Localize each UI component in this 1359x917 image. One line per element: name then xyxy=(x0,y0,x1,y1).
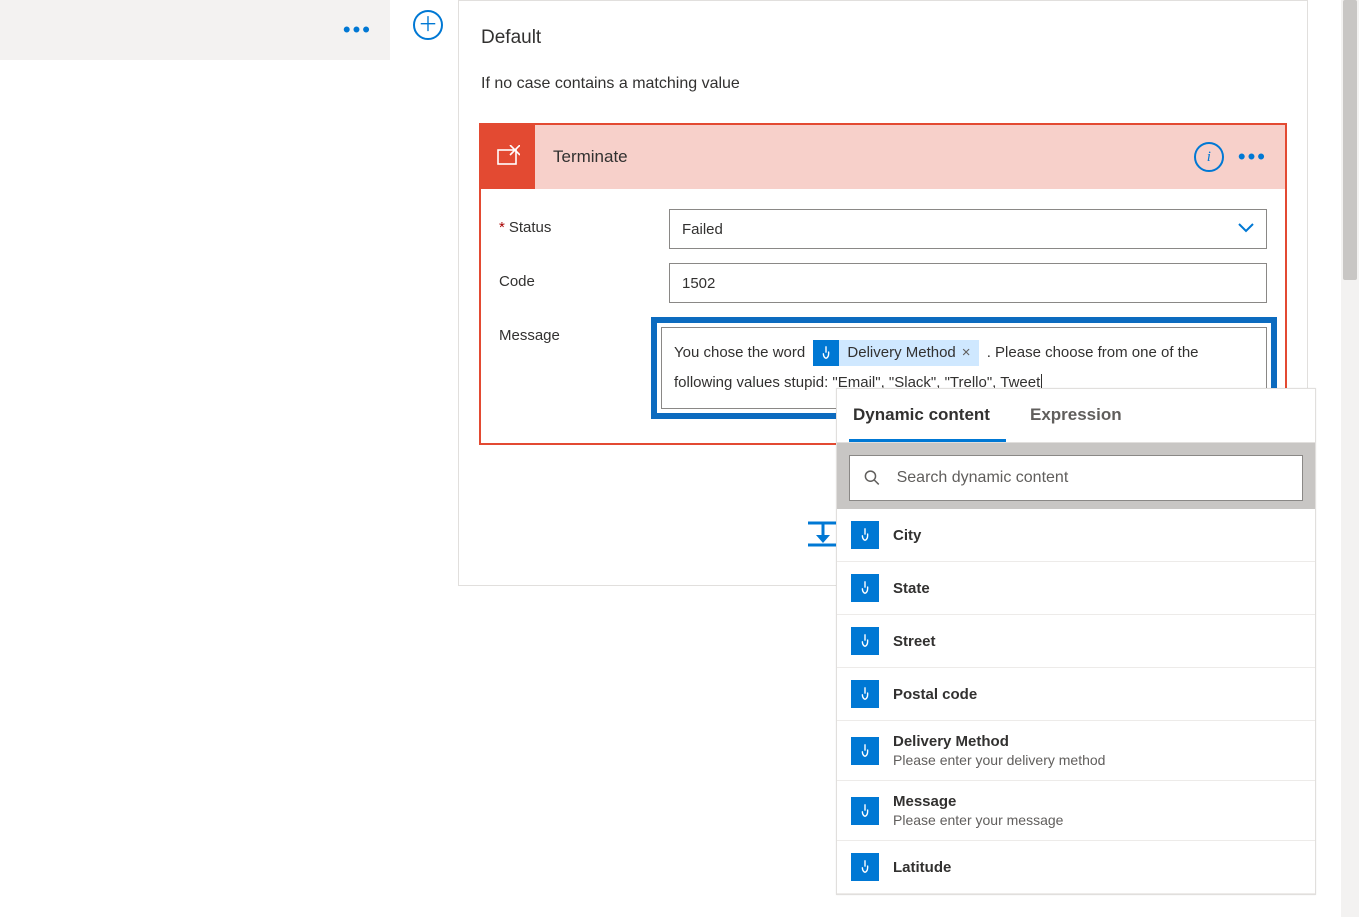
dynamic-search-input[interactable] xyxy=(897,469,1288,487)
case-subtitle: If no case contains a matching value xyxy=(459,65,1307,123)
touch-icon xyxy=(851,521,879,549)
tab-expression[interactable]: Expression xyxy=(1026,389,1138,442)
case-menu-button[interactable]: ••• xyxy=(343,17,372,43)
status-value: Failed xyxy=(682,221,723,238)
plus-icon: ＋ xyxy=(418,15,438,35)
message-label: Message xyxy=(499,317,669,344)
search-icon xyxy=(864,469,881,487)
info-icon[interactable]: i xyxy=(1194,142,1224,172)
status-row: Status Failed xyxy=(499,209,1267,249)
insert-step-icon xyxy=(806,519,840,547)
chevron-down-icon xyxy=(1238,220,1254,238)
dynamic-item-name: Latitude xyxy=(893,859,951,876)
action-header[interactable]: Terminate i ••• xyxy=(481,125,1285,189)
touch-icon xyxy=(851,680,879,708)
touch-icon xyxy=(851,627,879,655)
action-menu-button[interactable]: ••• xyxy=(1238,144,1267,170)
add-case-button[interactable]: ＋ xyxy=(413,10,443,40)
touch-icon xyxy=(813,340,839,366)
dynamic-item-name: State xyxy=(893,580,930,597)
dynamic-item-name: Delivery Method xyxy=(893,733,1105,750)
dynamic-item-name: City xyxy=(893,527,921,544)
dynamic-tabs: Dynamic content Expression xyxy=(837,389,1315,443)
dynamic-item[interactable]: Message Please enter your message xyxy=(837,781,1315,841)
dynamic-item[interactable]: City xyxy=(837,509,1315,562)
dynamic-content-list: City State Street Postal code Delivery Metho… xyxy=(837,509,1315,894)
dynamic-item[interactable]: Street xyxy=(837,615,1315,668)
dynamic-token-delivery-method[interactable]: Delivery Method × xyxy=(813,340,978,366)
dynamic-item[interactable]: Postal code xyxy=(837,668,1315,721)
scrollbar-thumb[interactable] xyxy=(1343,0,1357,280)
touch-icon xyxy=(851,797,879,825)
touch-icon xyxy=(851,737,879,765)
status-label: Status xyxy=(499,209,669,236)
code-row: Code 1502 xyxy=(499,263,1267,303)
dynamic-item-desc: Please enter your delivery method xyxy=(893,752,1105,768)
case-title: Default xyxy=(459,1,1307,65)
dynamic-content-panel: Dynamic content Expression City State Stre… xyxy=(836,388,1316,895)
token-remove-button[interactable]: × xyxy=(962,338,971,368)
dynamic-item-name: Street xyxy=(893,633,936,650)
dynamic-item-name: Message xyxy=(893,793,1063,810)
token-label: Delivery Method xyxy=(847,338,955,368)
code-value: 1502 xyxy=(682,275,715,292)
tab-dynamic-content[interactable]: Dynamic content xyxy=(849,389,1006,442)
message-text-pre: You chose the word xyxy=(674,344,805,361)
touch-icon xyxy=(851,574,879,602)
action-title: Terminate xyxy=(535,147,1194,167)
dynamic-item-desc: Please enter your message xyxy=(893,812,1063,828)
dynamic-search[interactable] xyxy=(849,455,1303,501)
code-input[interactable]: 1502 xyxy=(669,263,1267,303)
dynamic-item[interactable]: State xyxy=(837,562,1315,615)
status-select[interactable]: Failed xyxy=(669,209,1267,249)
dynamic-item[interactable]: Delivery Method Please enter your deliver… xyxy=(837,721,1315,781)
touch-icon xyxy=(851,853,879,881)
dynamic-search-wrap xyxy=(837,443,1315,509)
dynamic-item[interactable]: Latitude xyxy=(837,841,1315,894)
dynamic-item-name: Postal code xyxy=(893,686,977,703)
code-label: Code xyxy=(499,263,669,290)
collapsed-case-card: ••• xyxy=(0,0,390,60)
vertical-scrollbar[interactable] xyxy=(1341,0,1359,917)
terminate-icon xyxy=(481,125,535,189)
